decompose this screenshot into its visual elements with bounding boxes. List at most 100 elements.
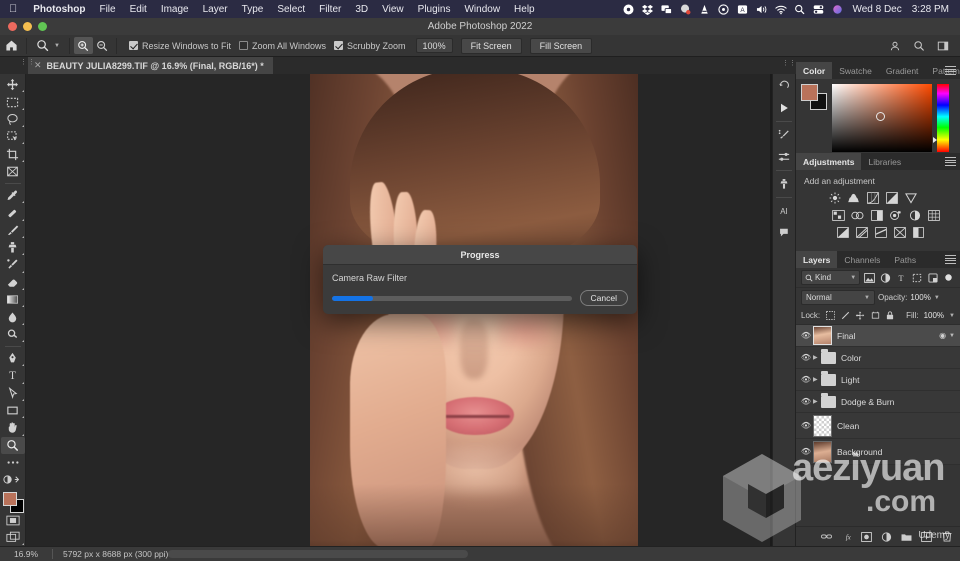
table-row[interactable]: 👁 ▶ Color [796,347,960,369]
menu-item-plugins[interactable]: Plugins [411,4,458,15]
zoom-percent-field[interactable]: 100% [416,38,453,53]
adjustment-layer-icon[interactable] [881,531,892,542]
lock-all-icon[interactable] [885,311,895,321]
selective-color-icon[interactable] [912,226,925,238]
invert-icon[interactable] [836,226,849,238]
layer-name[interactable]: Dodge & Burn [841,397,960,407]
menubar-date[interactable]: Wed 8 Dec [847,4,906,15]
tab-paths[interactable]: Paths [887,251,923,268]
panel-menu-icon[interactable] [945,66,956,75]
tab-layers[interactable]: Layers [796,251,837,268]
history-undo-icon[interactable] [773,75,795,97]
chevron-down-icon[interactable]: ▼ [949,313,955,319]
menu-item-window[interactable]: Window [457,4,507,15]
layer-group-folder-icon[interactable] [821,374,836,386]
resize-windows-checkbox-box[interactable] [129,41,138,50]
type-tool[interactable]: T [1,367,25,384]
layer-thumbnail[interactable] [813,326,832,345]
tab-libraries[interactable]: Libraries [861,153,908,170]
layer-group-folder-icon[interactable] [821,396,836,408]
smart-filter-icon[interactable]: ◉ [939,331,946,340]
layer-group-folder-icon[interactable] [821,352,836,364]
share-user-icon[interactable] [884,35,906,57]
workspace-icon[interactable] [932,35,954,57]
layer-style-fx-icon[interactable]: fx [841,531,852,542]
zoom-out-icon[interactable] [93,37,112,54]
chevron-down-icon[interactable]: ▼ [864,295,870,301]
curves-icon[interactable] [866,192,879,204]
tab-swatches[interactable]: Swatche [832,62,879,79]
menu-item-type[interactable]: Type [235,4,271,15]
layer-thumbnail[interactable] [813,415,832,437]
menu-item-help[interactable]: Help [507,4,542,15]
scrubby-zoom-checkbox[interactable]: Scrubby Zoom [334,41,406,51]
channel-mixer-icon[interactable] [908,209,921,221]
blur-tool[interactable] [1,308,25,325]
adjustments-sliders-icon[interactable] [773,146,795,168]
layer-visibility-toggle[interactable]: 👁 [799,447,813,456]
dropbox-icon[interactable] [638,0,657,18]
type-filter-icon[interactable]: T [895,270,908,285]
path-selection-tool[interactable] [1,385,25,402]
posterize-icon[interactable] [855,226,868,238]
tab-gradient[interactable]: Gradient [879,62,926,79]
link-layers-icon[interactable] [821,531,832,542]
chevron-right-icon[interactable]: ▶ [813,376,821,383]
layer-visibility-toggle[interactable]: 👁 [799,353,813,362]
table-row[interactable]: 👁 ▶ Light [796,369,960,391]
hue-slider-marker[interactable] [933,137,937,143]
screen-share-icon[interactable] [657,0,676,18]
color-balance-icon[interactable] [851,209,864,221]
home-icon[interactable] [0,35,22,57]
move-tool[interactable] [1,76,25,93]
menu-item-file[interactable]: File [92,4,122,15]
screen-mode-icon[interactable] [1,529,25,546]
table-row[interactable]: 👁 Clean [796,413,960,439]
lock-artboard-icon[interactable] [870,311,880,321]
eraser-tool[interactable] [1,274,25,291]
menu-item-view[interactable]: View [375,4,411,15]
wifi-icon[interactable] [771,0,790,18]
new-layer-icon[interactable] [921,531,932,542]
table-row[interactable]: 👁 ▶ Dodge & Burn [796,391,960,413]
target-icon[interactable] [714,0,733,18]
rail-dock-grip[interactable]: ⋮⋮ [782,59,796,67]
play-action-icon[interactable] [773,97,795,119]
color-lookup-icon[interactable] [927,209,940,221]
apple-icon[interactable]:  [0,4,26,15]
threshold-icon[interactable] [874,226,887,238]
dodge-tool[interactable] [1,326,25,343]
panel-menu-icon[interactable] [945,255,956,264]
healing-brush-tool[interactable] [1,204,25,221]
layer-name[interactable]: Light [841,375,960,385]
search-icon[interactable] [908,35,930,57]
lasso-tool[interactable] [1,111,25,128]
pixel-filter-icon[interactable] [863,270,876,285]
zoom-in-icon[interactable] [74,37,93,54]
layer-name[interactable]: Color [841,353,960,363]
opacity-value[interactable]: 100% [910,293,930,302]
color-picker-field[interactable] [832,84,932,152]
brightness-contrast-icon[interactable] [828,192,841,204]
marquee-tool[interactable] [1,93,25,110]
tool-preset-chevron-icon[interactable]: ▼ [53,43,65,49]
photo-filter-icon[interactable] [889,209,902,221]
zoom-all-windows-checkbox[interactable]: Zoom All Windows [239,41,326,51]
layer-name[interactable]: Clean [837,421,960,431]
siri-icon[interactable] [828,0,847,18]
layer-visibility-toggle[interactable]: 👁 [799,397,813,406]
foreground-color-swatch[interactable] [3,492,17,506]
colorwheel-icon[interactable] [676,0,695,18]
brush-settings-icon[interactable] [773,124,795,146]
tab-adjustments[interactable]: Adjustments [796,153,861,170]
smartobject-filter-icon[interactable] [926,270,939,285]
fill-value[interactable]: 100% [924,311,944,320]
zoom-all-windows-checkbox-box[interactable] [239,41,248,50]
lock-transparency-icon[interactable] [825,311,835,321]
layer-mask-icon[interactable] [861,531,872,542]
zoom-tool[interactable] [1,437,25,454]
color-swatch-pair[interactable] [801,84,827,110]
tab-color[interactable]: Color [796,62,832,79]
cancel-button[interactable]: Cancel [580,290,628,306]
layer-name[interactable]: Final [837,331,939,341]
